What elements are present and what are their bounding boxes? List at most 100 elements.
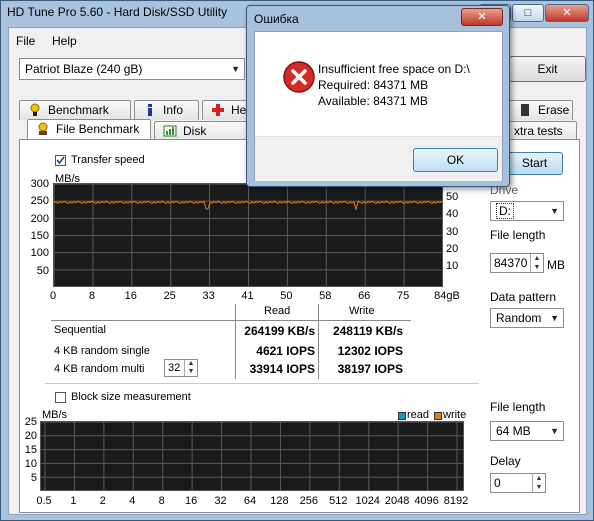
y-left-tick: 250 [30,195,49,208]
delay-spinner[interactable]: 0 ▲ ▼ [490,473,546,493]
tab-info[interactable]: Info [134,100,199,120]
block-size-graph [40,421,464,491]
block-x-tick: 4096 [414,495,439,507]
benchmark-icon [30,103,40,116]
block-file-length-select[interactable]: 64 MB ▼ [490,421,564,441]
menu-file[interactable]: File [16,34,35,48]
block-x-tick: 2048 [384,495,410,507]
x-tick: 33 [202,290,215,302]
y-right-tick: 50 [446,191,459,203]
row-random-multi-label: 4 KB random multi [54,363,145,375]
block-x-tick: 32 [214,495,227,507]
y-left-tick: 150 [30,230,49,242]
spinner-arrows-icon[interactable]: ▲ ▼ [184,360,197,376]
block-y-tick: 20 [24,430,37,442]
block-x-tick: 512 [329,495,348,507]
block-y-tick: 5 [30,472,37,484]
row-sequential-read: 264199 KB/s [244,324,315,338]
tab-extra-tests[interactable]: xtra tests [509,121,577,141]
file-length-value: 84370 [494,256,528,270]
start-button[interactable]: Start [506,152,563,175]
erase-icon [521,104,529,116]
tab-health-label: He [231,103,247,117]
row-sequential-write: 248119 KB/s [332,324,403,338]
row-random-multi-read: 33914 IOPS [249,362,315,376]
tab-file-benchmark-label: File Benchmark [56,122,140,136]
row-random-single-label: 4 KB random single [54,345,150,357]
tab-health[interactable]: He [202,100,252,120]
spinner-arrows-icon[interactable]: ▲ ▼ [532,474,545,492]
x-tick: 16 [124,290,137,302]
data-pattern-label: Data pattern [490,290,557,304]
legend-read-swatch [398,412,406,420]
block-x-tick: 1 [70,495,77,507]
dialog-title: Ошибка [254,12,299,26]
file-benchmark-icon [38,122,48,135]
x-tick: 66 [358,290,371,302]
results-col-divider-2 [318,304,319,379]
x-tick: 8 [88,290,95,302]
row-sequential-label: Sequential [54,324,106,336]
chevron-down-icon: ▼ [231,64,240,74]
block-y-tick: 15 [24,444,37,456]
ok-button[interactable]: OK [413,148,498,172]
tab-info-label: Info [163,103,184,117]
y-left-tick: 100 [30,247,49,260]
health-icon [212,104,224,116]
error-icon [283,61,315,93]
dialog-body: Insufficient free space on D:\ Required:… [254,31,503,181]
tab-disk-monitor[interactable]: Disk monitor [154,121,248,157]
block-x-tick: 64 [243,495,257,507]
block-file-length-value: 64 MB [496,424,531,438]
block-y-tick: 25 [24,416,37,428]
dialog-footer: OK [255,136,502,181]
x-tick: 25 [163,290,176,302]
exit-button[interactable]: Exit [509,56,586,82]
menu-help[interactable]: Help [52,34,77,48]
x-tick: 0 [49,290,57,302]
block-x-tick: 1024 [355,495,380,507]
tab-benchmark[interactable]: Benchmark [19,100,131,120]
block-size-label: Block size measurement [71,391,191,403]
file-length-spinner[interactable]: 84370 ▲ ▼ [490,253,544,273]
disk-monitor-icon [163,125,177,137]
block-file-length-label: File length [490,400,546,414]
message-line-3: Available: 84371 MB [318,94,428,108]
row-random-single-read: 4621 IOPS [256,344,315,358]
block-x-tick: 128 [270,495,289,507]
block-x-tick: 8 [158,495,165,507]
drive-letter-select[interactable]: D: ▼ [490,201,564,221]
legend-read-label: read [407,409,430,421]
block-x-tick: 4 [129,495,136,507]
file-length-unit: MB [547,258,565,272]
spinner-arrows-icon[interactable]: ▲ ▼ [530,254,543,272]
block-size-checkbox[interactable] [55,392,66,403]
block-x-tick: 8192 [443,495,469,507]
delay-value: 0 [494,476,501,490]
block-y-tick: 10 [24,458,37,470]
results-divider [51,320,411,321]
block-x-tick: 256 [299,495,319,507]
tab-file-benchmark[interactable]: File Benchmark [27,119,151,140]
y-left-tick: 50 [36,264,49,277]
dialog-close-button[interactable]: ✕ [461,8,503,26]
legend-write-swatch [434,412,442,420]
drive-select-value: Patriot Blaze (240 gB) [25,62,143,76]
transfer-speed-graph [53,183,443,287]
tab-benchmark-label: Benchmark [48,103,109,117]
transfer-speed-checkbox[interactable] [55,155,66,166]
y-right-tick: 20 [446,243,459,255]
close-button[interactable]: ✕ [545,4,589,22]
x-tick: 50 [280,290,293,302]
chevron-down-icon: ▼ [550,426,559,436]
window-title: HD Tune Pro 5.60 - Hard Disk/SSD Utility [7,5,228,19]
tab-erase[interactable]: Erase [509,100,573,120]
data-pattern-select[interactable]: Random ▼ [490,308,564,328]
block-x-tick: 2 [99,495,106,507]
queue-depth-spinner[interactable]: 32 ▲ ▼ [164,359,198,377]
drive-select[interactable]: Patriot Blaze (240 gB) ▼ [19,58,245,80]
y-left-tick: 300 [30,178,49,190]
maximize-button[interactable]: □ [512,4,544,22]
chevron-down-icon: ▼ [550,206,559,216]
x-tick: 58 [319,290,332,302]
